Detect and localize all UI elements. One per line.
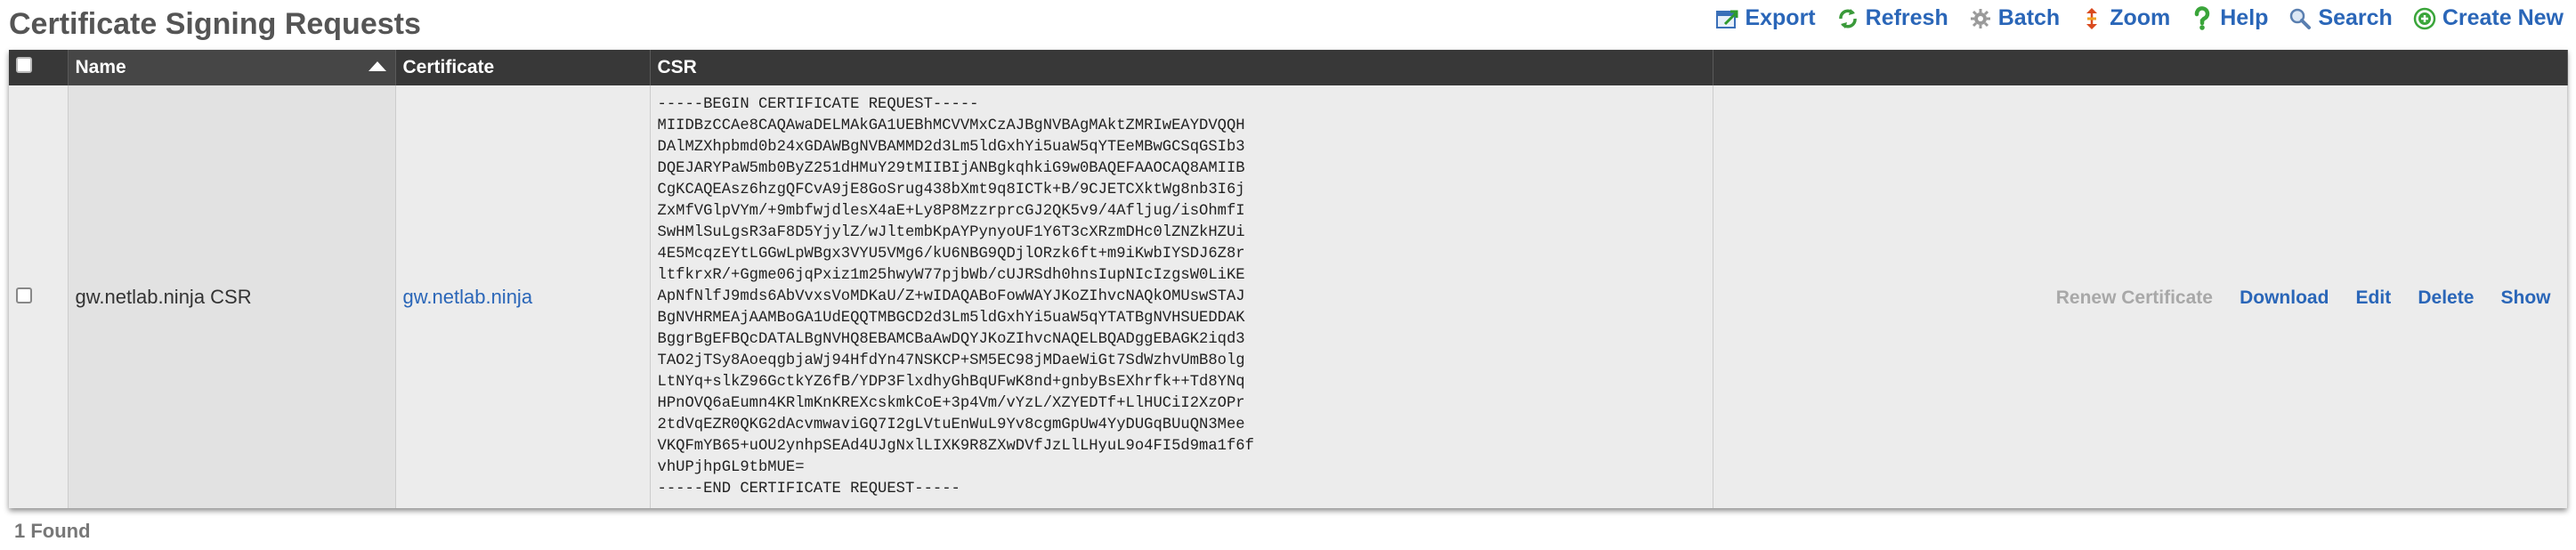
search-icon bbox=[2290, 8, 2312, 29]
refresh-label: Refresh bbox=[1865, 5, 1948, 30]
export-icon bbox=[1716, 10, 1738, 28]
refresh-icon bbox=[1838, 8, 1857, 28]
column-header-certificate[interactable]: Certificate bbox=[395, 50, 651, 85]
csr-text: -----BEGIN CERTIFICATE REQUEST----- MIID… bbox=[650, 85, 1713, 508]
column-header-name[interactable]: Name bbox=[68, 50, 396, 85]
refresh-button[interactable]: Refresh bbox=[1835, 5, 1948, 31]
table-header-row: Name Certificate CSR bbox=[9, 50, 2568, 85]
certificate-link[interactable]: gw.netlab.ninja bbox=[403, 286, 533, 308]
toolbar: Export Refresh Batch Zoom Help Search Cr… bbox=[1695, 5, 2564, 31]
batch-icon bbox=[1970, 8, 1990, 28]
create-new-button[interactable]: Create New bbox=[2412, 5, 2564, 31]
certificate-cell: gw.netlab.ninja bbox=[395, 85, 651, 508]
help-icon bbox=[2195, 5, 2210, 30]
page-title: Certificate Signing Requests bbox=[9, 7, 421, 41]
csr-table: Name Certificate CSR gw.netlab.ninja CSR… bbox=[9, 50, 2568, 508]
column-header-name-label: Name bbox=[75, 57, 126, 77]
name-cell: gw.netlab.ninja CSR bbox=[68, 85, 396, 508]
export-label: Export bbox=[1745, 5, 1816, 30]
help-label: Help bbox=[2220, 5, 2269, 30]
delete-action[interactable]: Delete bbox=[2418, 287, 2474, 309]
column-header-csr[interactable]: CSR bbox=[650, 50, 1713, 85]
renew-certificate-action[interactable]: Renew Certificate bbox=[2056, 287, 2213, 309]
row-select-cell bbox=[9, 85, 69, 508]
export-button[interactable]: Export bbox=[1714, 5, 1816, 31]
download-action[interactable]: Download bbox=[2240, 287, 2329, 309]
create-new-label: Create New bbox=[2442, 5, 2564, 30]
batch-label: Batch bbox=[1997, 5, 2061, 30]
batch-button[interactable]: Batch bbox=[1968, 5, 2060, 31]
result-count: 1 Found bbox=[14, 520, 91, 542]
column-header-actions bbox=[1713, 50, 2568, 85]
row-actions-cell: Renew Certificate Download Edit Delete S… bbox=[1713, 85, 2568, 508]
edit-action[interactable]: Edit bbox=[2356, 287, 2392, 309]
sort-ascending-icon bbox=[368, 61, 386, 71]
select-all-header bbox=[9, 50, 69, 85]
table-row: gw.netlab.ninja CSR gw.netlab.ninja ----… bbox=[9, 85, 2568, 508]
search-label: Search bbox=[2318, 5, 2393, 30]
select-all-checkbox[interactable] bbox=[16, 57, 32, 73]
column-header-csr-label: CSR bbox=[657, 57, 697, 77]
zoom-label: Zoom bbox=[2110, 5, 2171, 30]
show-action[interactable]: Show bbox=[2501, 287, 2551, 309]
create-new-icon bbox=[2413, 7, 2436, 29]
column-header-certificate-label: Certificate bbox=[402, 57, 495, 77]
search-button[interactable]: Search bbox=[2288, 5, 2393, 31]
help-button[interactable]: Help bbox=[2190, 5, 2268, 31]
zoom-icon bbox=[2086, 7, 2098, 29]
zoom-button[interactable]: Zoom bbox=[2079, 5, 2170, 31]
row-checkbox[interactable] bbox=[16, 287, 32, 303]
